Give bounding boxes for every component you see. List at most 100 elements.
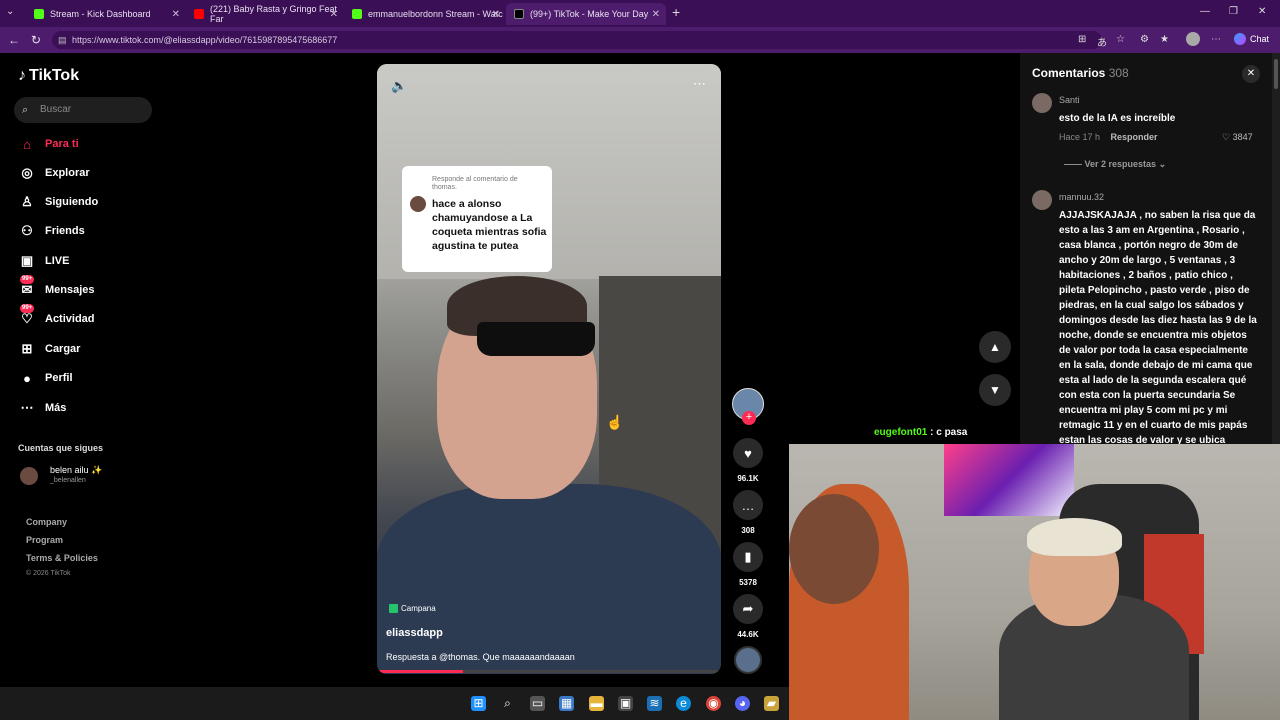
favorite-star-icon[interactable]: ☆ bbox=[1116, 34, 1125, 45]
discord-icon[interactable]: ◕ bbox=[735, 696, 750, 711]
comment-button[interactable]: … 308 bbox=[733, 490, 763, 535]
like-button[interactable]: ♥ 96.1K bbox=[733, 438, 763, 483]
video-author[interactable]: eliassdapp bbox=[386, 627, 443, 639]
url-field[interactable]: ▤ https://www.tiktok.com/@eliassdapp/vid… bbox=[52, 31, 1102, 49]
close-icon: ✕ bbox=[1246, 68, 1256, 79]
live-icon: ▣ bbox=[20, 253, 34, 268]
follow-plus-icon[interactable]: + bbox=[742, 411, 756, 425]
reload-icon[interactable]: ↻ bbox=[31, 33, 41, 47]
comments-count: 308 bbox=[1108, 66, 1129, 80]
copilot-chat-button[interactable]: Chat bbox=[1234, 33, 1269, 45]
comment-user[interactable]: Santi bbox=[1059, 95, 1080, 105]
nav-item-mensajes[interactable]: ✉ 99+ Mensajes bbox=[18, 275, 95, 300]
nav-item-actividad[interactable]: ♡ 99+ Actividad bbox=[18, 304, 95, 329]
video-progress-bar[interactable] bbox=[377, 670, 721, 673]
edge-icon[interactable]: e bbox=[676, 696, 691, 711]
home-icon: ⌂ bbox=[23, 136, 31, 152]
nav-label: Friends bbox=[45, 225, 85, 237]
footer-link-terms[interactable]: Terms & Policies bbox=[26, 553, 98, 563]
browser-tab-tiktok[interactable]: (99+) TikTok - Make Your Day ✕ bbox=[506, 3, 666, 25]
reply-button[interactable]: Responder bbox=[1111, 132, 1158, 142]
browser-tab-kick-stream[interactable]: emmanuelbordonn Stream - Watc ✕ bbox=[344, 3, 506, 25]
extensions-icon[interactable]: ⚙ bbox=[1140, 34, 1149, 45]
comment-like-button[interactable]: ♡ 3847 bbox=[1222, 132, 1253, 143]
reply-text: hace a alonso chamuyandose a La coqueta … bbox=[432, 198, 547, 252]
tab-actions-icon[interactable]: ⌄ bbox=[6, 6, 14, 17]
nav-item-friends[interactable]: ⚇ Friends bbox=[18, 221, 85, 241]
task-view-icon[interactable]: ▭ bbox=[530, 696, 545, 711]
webcam-person-right-hair bbox=[1027, 518, 1122, 556]
minimize-icon[interactable]: — bbox=[1200, 6, 1210, 17]
creator-avatar[interactable]: + bbox=[732, 388, 764, 425]
nav-item-live[interactable]: ▣ LIVE bbox=[18, 251, 70, 271]
footer-link-program[interactable]: Program bbox=[26, 535, 63, 545]
close-comments-button[interactable]: ✕ bbox=[1242, 65, 1260, 83]
copilot-icon bbox=[1234, 33, 1246, 45]
campaign-tag[interactable]: Campana bbox=[389, 604, 436, 613]
chevron-up-icon: ▲ bbox=[989, 340, 1001, 354]
video-player[interactable]: 🔈 ⋯ Responde al comentario de thomas. ha… bbox=[377, 64, 721, 674]
more-options-icon[interactable]: ⋯ bbox=[693, 76, 706, 92]
nav-item-para-ti[interactable]: ⌂ Para ti bbox=[18, 134, 79, 154]
tiktok-logo[interactable]: ♪ TikTok bbox=[18, 67, 79, 85]
favorites-icon[interactable]: ★ bbox=[1160, 34, 1169, 45]
comments-scrollbar[interactable] bbox=[1272, 53, 1280, 444]
nav-item-explorar[interactable]: ◎ Explorar bbox=[18, 163, 89, 183]
browser-profile-avatar[interactable] bbox=[1186, 32, 1200, 46]
close-tab-icon[interactable]: ✕ bbox=[492, 9, 500, 20]
browser-tab-kick-dashboard[interactable]: Stream - Kick Dashboard ✕ bbox=[26, 3, 186, 25]
volume-icon[interactable]: 🔈 bbox=[391, 78, 407, 94]
close-window-icon[interactable]: ✕ bbox=[1258, 6, 1266, 17]
browser-tab-youtube[interactable]: (221) Baby Rasta y Gringo Feat Far ✕ bbox=[186, 3, 344, 25]
comment-time: Hace 17 h bbox=[1059, 132, 1101, 142]
nav-item-siguiendo[interactable]: ♙ Siguiendo bbox=[18, 192, 98, 212]
site-info-icon[interactable]: ▤ bbox=[58, 31, 67, 49]
close-tab-icon[interactable]: ✕ bbox=[330, 9, 338, 20]
nav-item-mas[interactable]: ⋯ Más bbox=[18, 398, 67, 418]
view-replies-label: Ver 2 respuestas bbox=[1084, 159, 1157, 169]
widgets-icon[interactable]: ▦ bbox=[559, 696, 574, 711]
campaign-icon bbox=[389, 604, 398, 613]
search-input[interactable]: ⌕ Buscar bbox=[14, 97, 152, 123]
app-install-icon[interactable]: ⊞ bbox=[1078, 34, 1086, 45]
file-explorer-icon[interactable]: ▬ bbox=[589, 696, 604, 711]
share-button[interactable]: ➦ 44.6K bbox=[733, 594, 763, 639]
back-icon[interactable]: ← bbox=[8, 33, 20, 47]
comment-icon: … bbox=[733, 490, 763, 520]
nav-item-cargar[interactable]: ⊞ Cargar bbox=[18, 339, 81, 359]
more-options-icon[interactable]: ⋯ bbox=[1211, 34, 1221, 45]
music-disc-icon[interactable] bbox=[734, 646, 762, 674]
close-tab-icon[interactable]: ✕ bbox=[652, 9, 660, 20]
avatar[interactable] bbox=[1032, 93, 1052, 113]
translate-icon[interactable]: あ bbox=[1097, 34, 1107, 49]
comment-meta: Hace 17 h Responder bbox=[1059, 132, 1158, 142]
avatar[interactable] bbox=[1032, 190, 1052, 210]
app-icon[interactable]: ≋ bbox=[647, 696, 662, 711]
nav-item-perfil[interactable]: ● Perfil bbox=[18, 368, 72, 388]
windows-start-icon[interactable]: ⊞ bbox=[471, 696, 486, 711]
url-text: https://www.tiktok.com/@eliassdapp/video… bbox=[72, 35, 338, 45]
close-tab-icon[interactable]: ✕ bbox=[172, 9, 180, 20]
new-tab-icon[interactable]: + bbox=[672, 4, 680, 20]
app-icon[interactable]: ▰ bbox=[764, 696, 779, 711]
store-icon[interactable]: ▣ bbox=[618, 696, 633, 711]
tab-label: (221) Baby Rasta y Gringo Feat Far bbox=[210, 4, 338, 24]
comment-user[interactable]: mannuu.32 bbox=[1059, 192, 1104, 202]
browser-tab-bar: ⌄ Stream - Kick Dashboard ✕ (221) Baby R… bbox=[0, 0, 1280, 27]
chrome-icon[interactable]: ◉ bbox=[706, 696, 721, 711]
chat-label: Chat bbox=[1250, 34, 1270, 44]
view-replies-button[interactable]: —— Ver 2 respuestas ⌄ bbox=[1064, 159, 1166, 170]
scrollbar-thumb[interactable] bbox=[1274, 59, 1278, 89]
comment-count: 308 bbox=[741, 526, 755, 535]
previous-video-button[interactable]: ▲ bbox=[979, 331, 1011, 363]
restore-icon[interactable]: ❐ bbox=[1229, 6, 1238, 17]
like-count: 96.1K bbox=[737, 474, 759, 483]
next-video-button[interactable]: ▼ bbox=[979, 374, 1011, 406]
logo-text: TikTok bbox=[29, 67, 80, 84]
search-placeholder: Buscar bbox=[40, 104, 72, 115]
footer-link-company[interactable]: Company bbox=[26, 517, 67, 527]
unread-badge: 99+ bbox=[20, 275, 35, 284]
search-icon[interactable]: ⌕ bbox=[500, 696, 515, 711]
tab-label: (99+) TikTok - Make Your Day bbox=[530, 9, 649, 19]
save-button[interactable]: ▮ 5378 bbox=[733, 542, 763, 587]
